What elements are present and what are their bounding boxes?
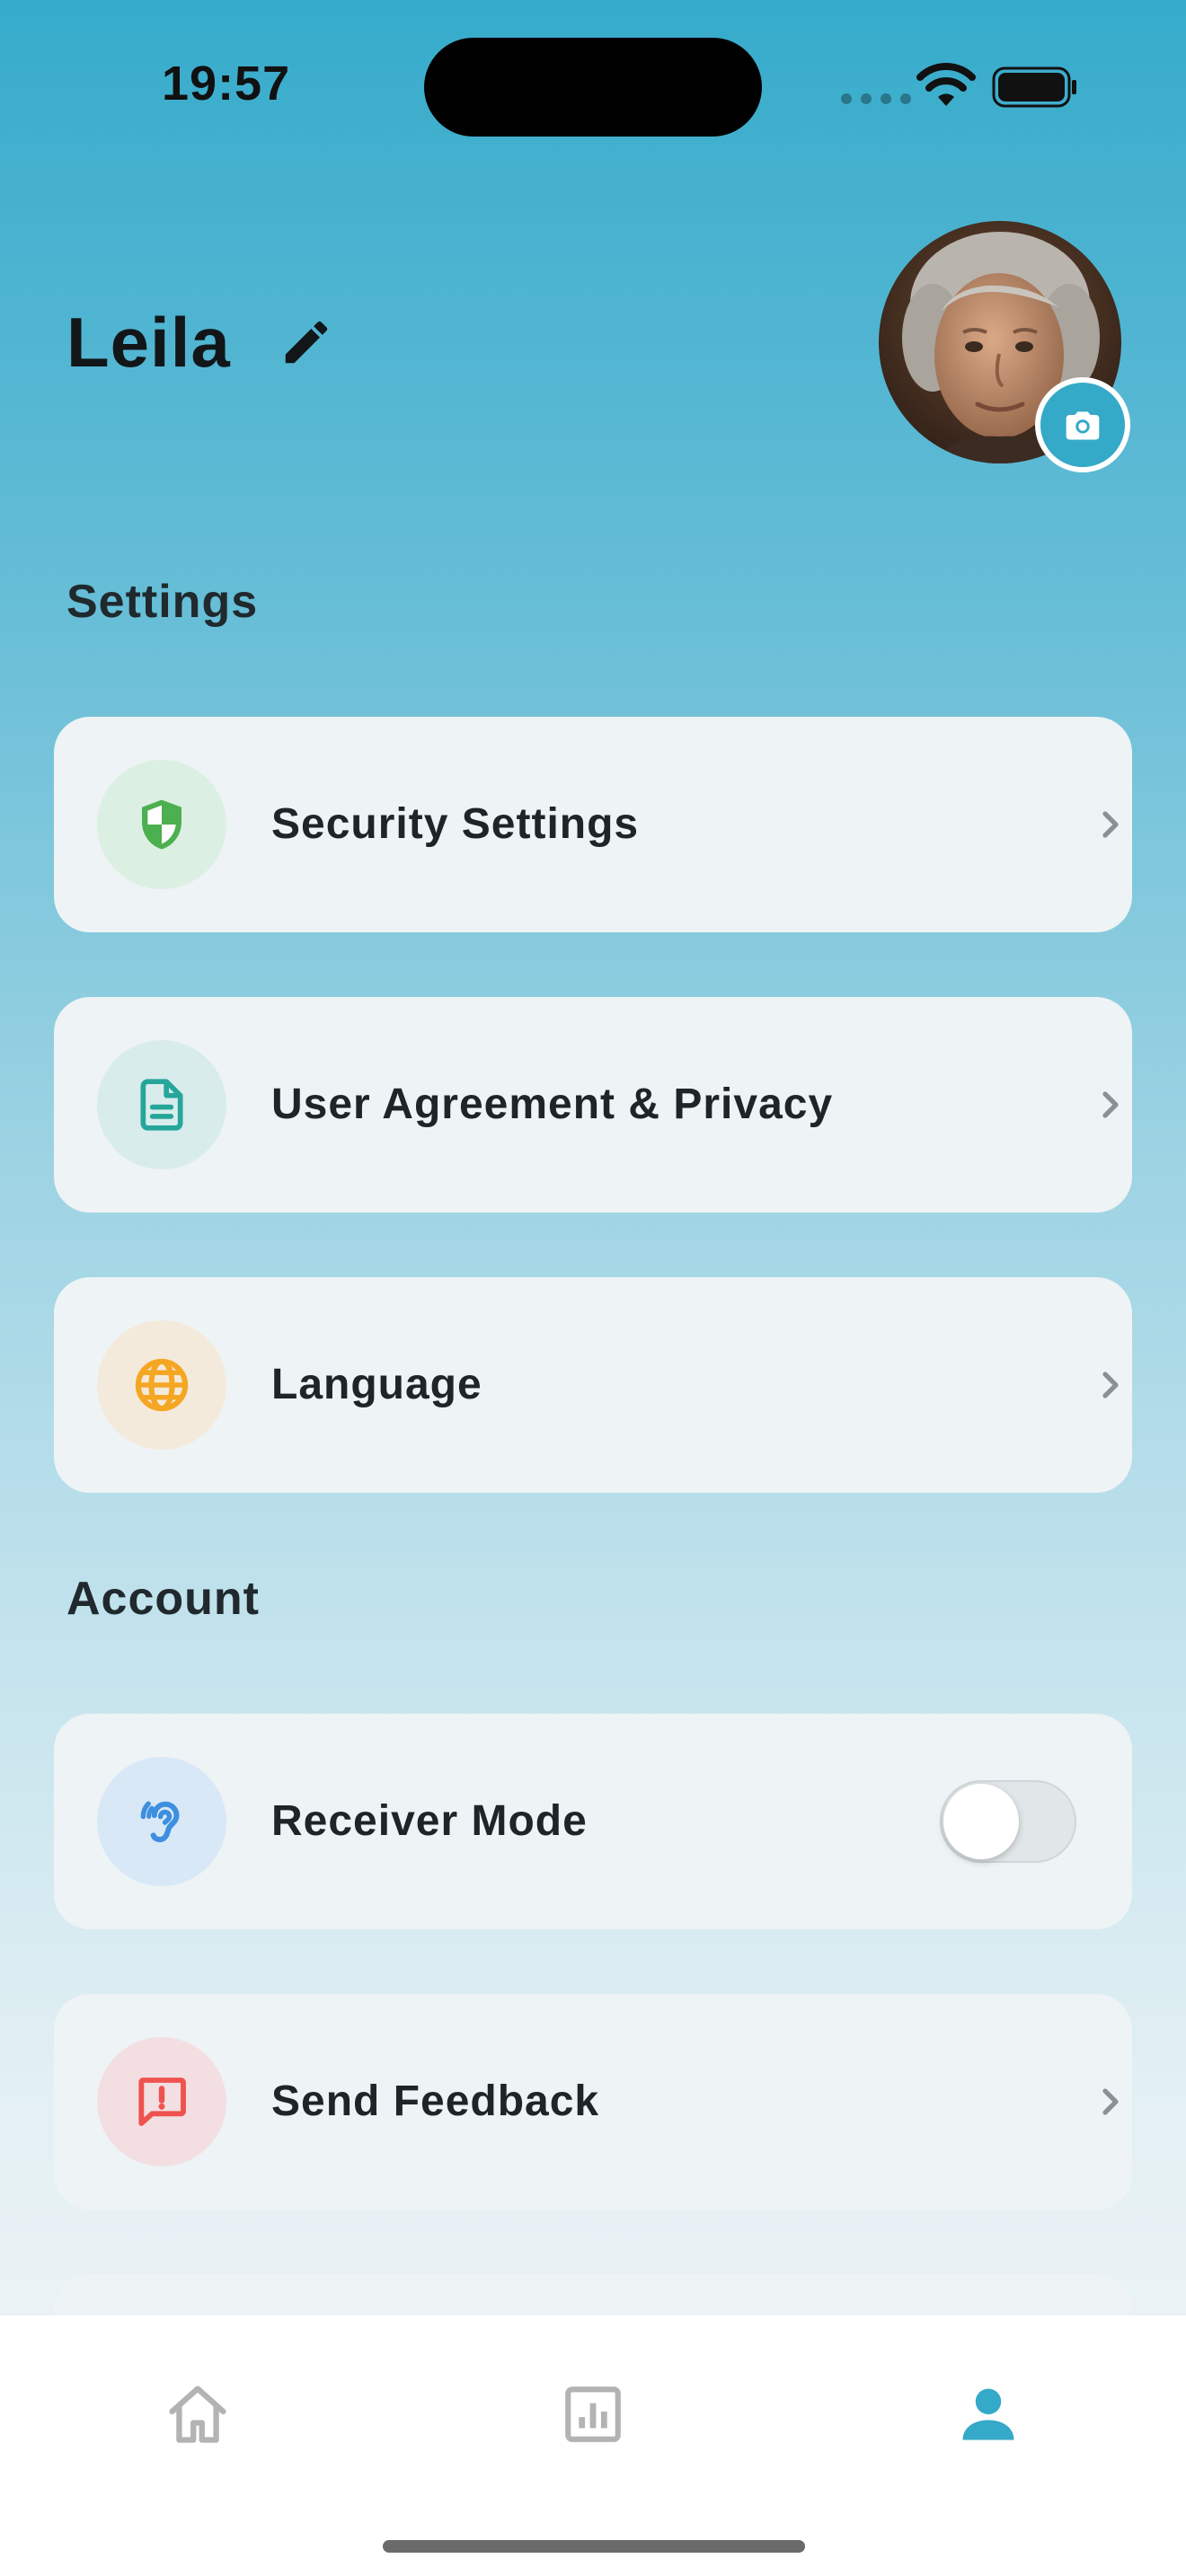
profile-icon: [962, 2388, 1014, 2440]
user-name[interactable]: Leila: [66, 302, 231, 383]
icon-circle: [97, 1040, 226, 1169]
status-bar: 19:57: [0, 0, 1186, 171]
shield-icon: [142, 799, 181, 850]
status-time: 19:57: [162, 57, 291, 110]
wifi-icon: [916, 63, 976, 106]
nav-profile[interactable]: [934, 2360, 1042, 2468]
icon-circle: [97, 1757, 226, 1886]
account-item-receiver-mode: Receiver Mode: [54, 1714, 1132, 1929]
camera-icon: [1066, 411, 1100, 440]
document-icon: [140, 1079, 183, 1131]
settings-item-language[interactable]: Language: [54, 1277, 1132, 1493]
settings-item-security[interactable]: Security Settings: [54, 717, 1132, 932]
icon-circle: [97, 1320, 226, 1450]
receiver-mode-toggle[interactable]: [940, 1780, 1076, 1863]
icon-circle: [97, 2037, 226, 2166]
globe-icon: [135, 1358, 189, 1412]
section-title-account: Account: [66, 1573, 260, 1625]
feedback-icon: [138, 2078, 186, 2126]
edit-pencil-icon[interactable]: [279, 314, 334, 370]
account-item-label: Receiver Mode: [271, 1797, 588, 1845]
settings-item-label: Language: [271, 1361, 482, 1408]
bottom-nav: [0, 2316, 1186, 2576]
account-item-label: Send Feedback: [271, 2078, 600, 2125]
section-title-settings: Settings: [66, 576, 259, 628]
ear-icon: [140, 1801, 180, 1843]
home-icon: [169, 2386, 226, 2443]
nav-home[interactable]: [144, 2360, 252, 2468]
settings-item-label: User Agreement & Privacy: [271, 1081, 834, 1128]
cellular-signal-icon: [841, 93, 911, 104]
chevron-right-icon: [1102, 1091, 1119, 1118]
settings-item-user-agreement[interactable]: User Agreement & Privacy: [54, 997, 1132, 1213]
account-item-send-feedback[interactable]: Send Feedback: [54, 1994, 1132, 2210]
home-indicator: [383, 2540, 805, 2553]
change-photo-button[interactable]: [1035, 377, 1130, 472]
icon-circle: [97, 760, 226, 889]
battery-icon: [992, 66, 1076, 108]
chevron-right-icon: [1102, 1372, 1119, 1398]
dynamic-island: [424, 38, 762, 137]
toggle-knob: [943, 1784, 1019, 1859]
stats-icon: [565, 2386, 621, 2442]
nav-stats[interactable]: [539, 2360, 647, 2468]
chevron-right-icon: [1102, 811, 1119, 838]
settings-item-label: Security Settings: [271, 800, 640, 848]
chevron-right-icon: [1102, 2088, 1119, 2115]
